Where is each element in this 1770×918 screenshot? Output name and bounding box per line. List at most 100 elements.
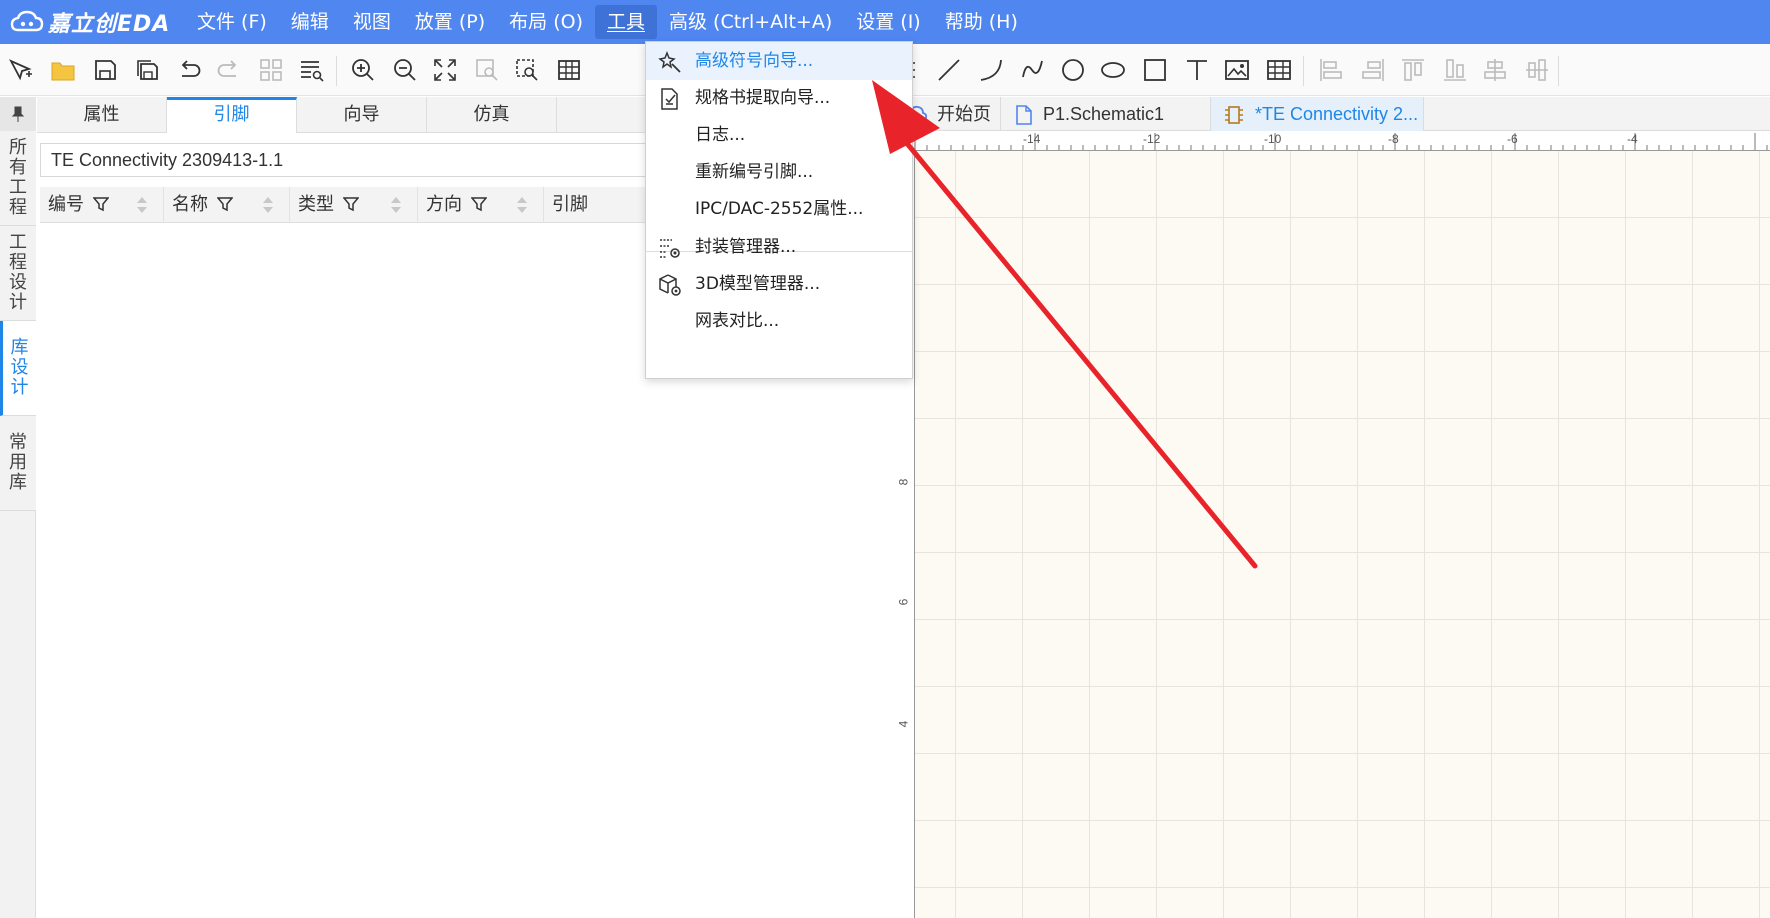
redo-icon[interactable]	[216, 57, 242, 83]
filter-icon[interactable]	[92, 196, 109, 212]
vtab-label: 库设计	[10, 337, 29, 398]
vtab-label: 所有工程	[9, 137, 27, 218]
table-tool-icon[interactable]	[1266, 57, 1292, 83]
sort-icon[interactable]	[261, 195, 275, 215]
menu-item-advanced-symbol-wizard[interactable]: 高级符号向导...	[646, 42, 912, 80]
menu-item-netlist-compare[interactable]: 网表对比...	[646, 302, 912, 340]
fit-view-icon[interactable]	[432, 57, 458, 83]
filter-icon[interactable]	[216, 196, 233, 212]
sort-icon[interactable]	[389, 195, 403, 215]
tab-pins[interactable]: 引脚	[167, 97, 297, 133]
ruler-label: 6	[896, 598, 911, 606]
menu-item-label: 网表对比...	[695, 311, 780, 331]
ruler-label: -6	[1507, 132, 1518, 146]
device-name-field[interactable]: TE Connectivity 2309413-1.1	[40, 143, 740, 177]
select-tool-icon[interactable]	[8, 57, 34, 83]
menu-settings[interactable]: 设置 (I)	[844, 5, 932, 39]
menu-item-footprint-manager[interactable]: 封装管理器...	[646, 228, 912, 266]
column-type[interactable]: 类型	[290, 187, 418, 223]
zoom-area-icon[interactable]	[514, 57, 540, 83]
menu-item-label: IPC/DAC-2552属性...	[695, 199, 864, 219]
document-wizard-icon	[661, 88, 678, 110]
vtab-common-library[interactable]: 常用库	[0, 416, 36, 511]
menu-tools[interactable]: 工具	[594, 5, 657, 39]
menu-item-datasheet-wizard[interactable]: 规格书提取向导...	[646, 79, 912, 117]
align-right-icon[interactable]	[1360, 57, 1386, 83]
magic-wand-icon	[658, 50, 681, 73]
text-tool-icon[interactable]	[1184, 57, 1210, 83]
column-label: 方向	[426, 194, 462, 215]
menu-view[interactable]: 视图	[341, 5, 403, 39]
bezier-tool-icon[interactable]	[1020, 57, 1046, 83]
save-icon[interactable]	[92, 57, 118, 83]
column-label: 类型	[298, 194, 334, 215]
menu-item-label: 高级符号向导...	[695, 51, 814, 71]
sort-icon[interactable]	[135, 195, 149, 215]
schematic-canvas[interactable]	[915, 151, 1770, 918]
left-vertical-tabs: 所有工程 工程设计 库设计 常用库	[0, 97, 36, 918]
ruler-label: 8	[896, 478, 911, 486]
column-name[interactable]: 名称	[164, 187, 290, 223]
doc-tab-symbol[interactable]: *TE Connectivity 2...	[1211, 97, 1424, 131]
column-label: 引脚	[552, 194, 588, 215]
column-number[interactable]: 编号	[40, 187, 164, 223]
align-left-icon[interactable]	[1318, 57, 1344, 83]
doc-tab-label: 开始页	[937, 104, 991, 124]
tab-wizard[interactable]: 向导	[297, 97, 427, 133]
menu-item-log[interactable]: 日志...	[646, 116, 912, 154]
vtab-label: 工程设计	[9, 232, 27, 313]
vtab-library-design[interactable]: 库设计	[0, 321, 36, 416]
sort-icon[interactable]	[515, 195, 529, 215]
find-list-icon[interactable]	[298, 57, 324, 83]
vtab-all-projects[interactable]: 所有工程	[0, 131, 36, 226]
align-hcenter-icon[interactable]	[1482, 57, 1508, 83]
align-top-icon[interactable]	[1400, 57, 1426, 83]
menu-help[interactable]: 帮助 (H)	[933, 5, 1030, 39]
doc-tab-schematic[interactable]: P1.Schematic1	[1001, 97, 1211, 131]
pin-icon[interactable]	[0, 97, 36, 131]
menu-item-label: 日志...	[695, 125, 746, 145]
menu-edit[interactable]: 编辑	[279, 5, 341, 39]
vtab-project-design[interactable]: 工程设计	[0, 226, 36, 321]
image-tool-icon[interactable]	[1224, 57, 1250, 83]
ellipse-tool-icon[interactable]	[1100, 57, 1126, 83]
menu-file[interactable]: 文件 (F)	[185, 5, 279, 39]
rectangle-tool-icon[interactable]	[1142, 57, 1168, 83]
filter-icon[interactable]	[470, 196, 487, 212]
table-grid-icon[interactable]	[556, 57, 582, 83]
tab-simulation[interactable]: 仿真	[427, 97, 557, 133]
logo-text: 嘉立创EDA	[48, 12, 171, 37]
menu-item-3d-model-manager[interactable]: 3D模型管理器...	[646, 265, 912, 303]
column-direction[interactable]: 方向	[418, 187, 544, 223]
ruler-label: -14	[1023, 132, 1041, 146]
menu-layout[interactable]: 布局 (O)	[497, 5, 595, 39]
menu-item-renumber-pins[interactable]: 重新编号引脚...	[646, 153, 912, 191]
line-tool-icon[interactable]	[936, 57, 962, 83]
zoom-in-icon[interactable]	[350, 57, 376, 83]
toolbar-separator	[1303, 56, 1304, 86]
arc-tool-icon[interactable]	[978, 57, 1004, 83]
menu-advanced[interactable]: 高级 (Ctrl+Alt+A)	[657, 5, 844, 39]
menu-item-label: 封装管理器...	[695, 237, 797, 257]
menu-item-ipc-properties[interactable]: IPC/DAC-2552属性...	[646, 190, 912, 228]
horizontal-ruler: -14 -12 -10 -8 -6 -4	[903, 131, 1770, 151]
tab-properties[interactable]: 属性	[37, 97, 167, 133]
circle-tool-icon[interactable]	[1060, 57, 1086, 83]
zoom-selection-icon[interactable]	[474, 57, 500, 83]
zoom-out-icon[interactable]	[392, 57, 418, 83]
undo-icon[interactable]	[176, 57, 202, 83]
menu-place[interactable]: 放置 (P)	[403, 5, 497, 39]
group-icon[interactable]	[258, 57, 284, 83]
filter-icon[interactable]	[342, 196, 359, 212]
chip-icon	[1225, 106, 1243, 124]
document-tabs: 开始页 P1.Schematic1 *TE Connectivity 2...	[903, 97, 1770, 131]
align-bottom-icon[interactable]	[1442, 57, 1468, 83]
open-folder-icon[interactable]	[50, 57, 76, 83]
document-icon	[1016, 105, 1032, 125]
cube-gear-icon	[659, 274, 681, 296]
save-all-icon[interactable]	[134, 57, 160, 83]
vtab-label: 常用库	[9, 432, 27, 493]
ruler-label: -12	[1143, 132, 1161, 146]
doc-tab-start[interactable]: 开始页	[903, 97, 1001, 131]
align-vcenter-icon[interactable]	[1524, 57, 1550, 83]
